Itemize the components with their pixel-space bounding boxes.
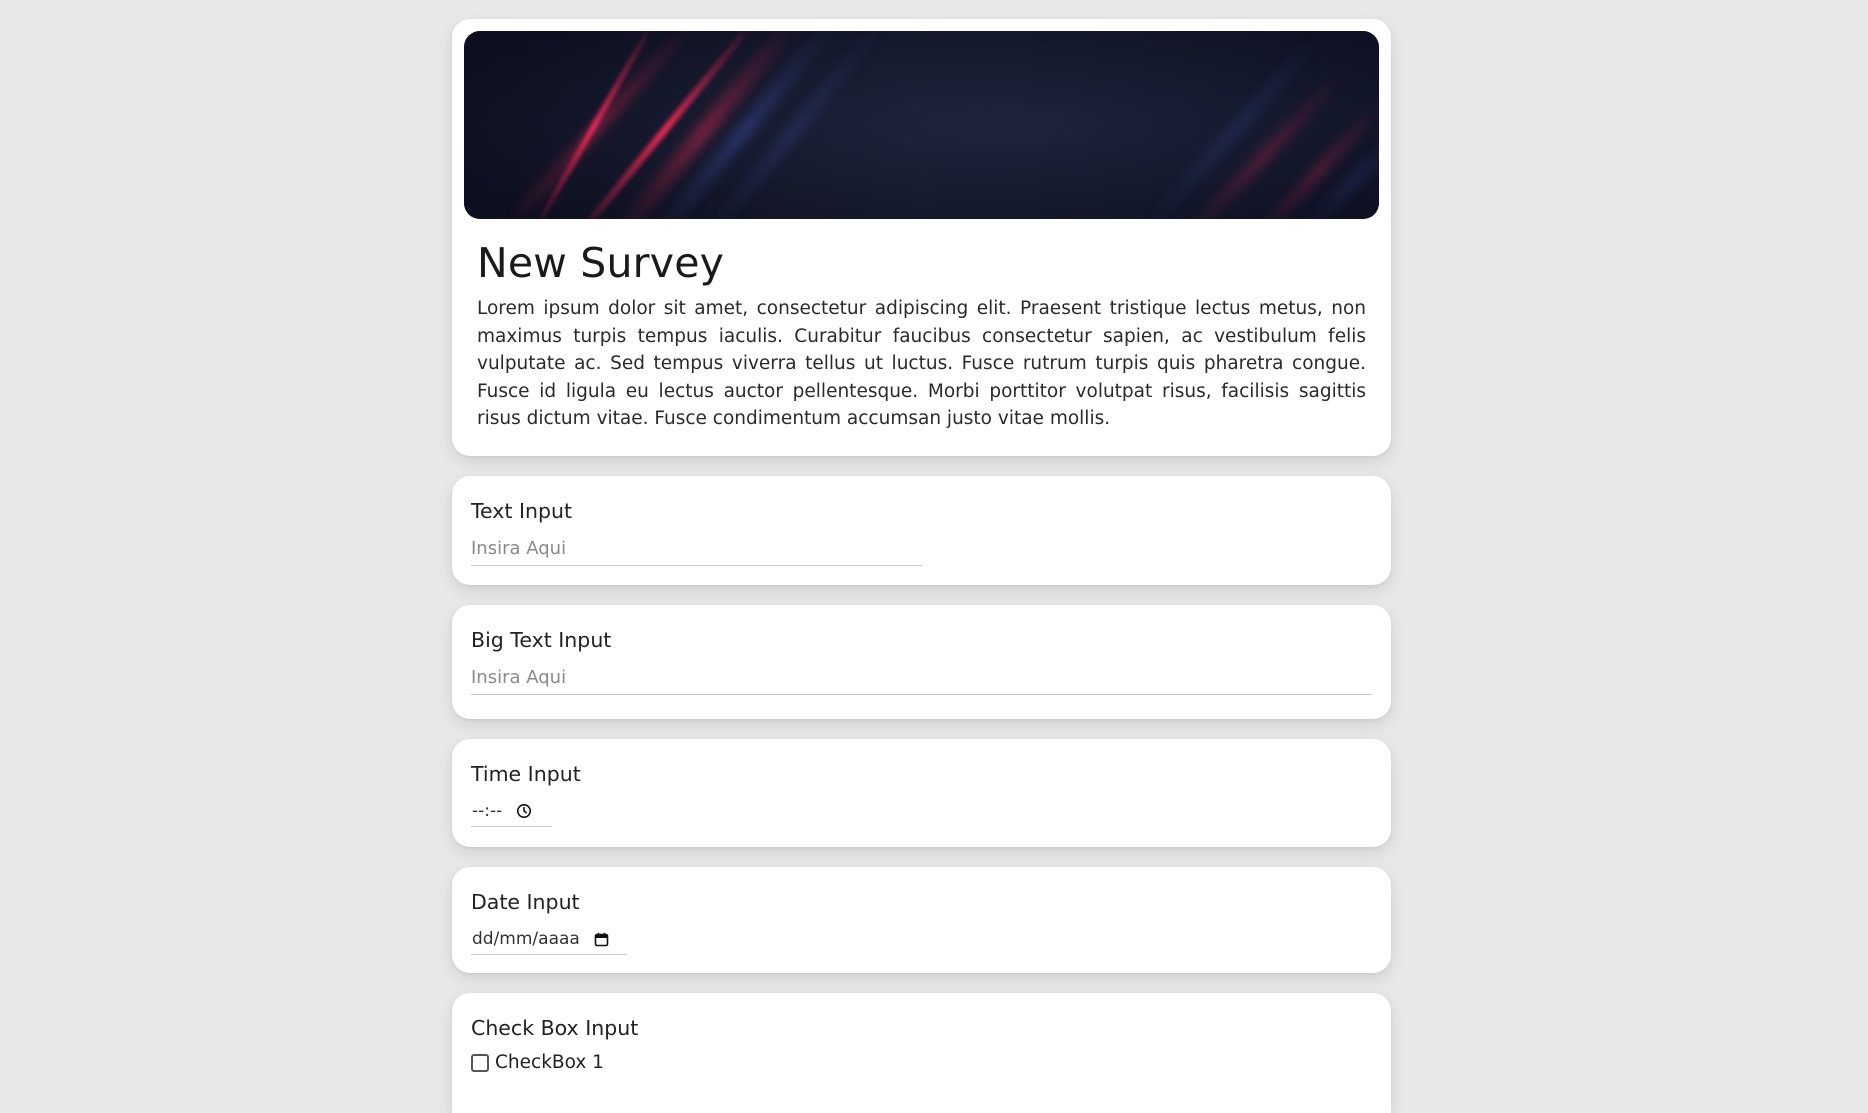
header-banner-image [464,31,1379,219]
clock-icon[interactable] [516,803,532,819]
question-label: Check Box Input [471,1016,639,1040]
time-input-field[interactable]: --:-- [471,799,552,827]
time-input-value: --:-- [472,801,503,821]
question-label: Date Input [471,890,580,914]
calendar-icon[interactable] [594,932,609,947]
big-text-input-field[interactable] [471,665,1372,695]
survey-container: New Survey Lorem ipsum dolor sit amet, c… [452,19,1391,1113]
question-label: Time Input [471,762,581,786]
question-card-date-input: Date Input dd/mm/aaaa [452,867,1391,973]
question-label: Text Input [471,499,573,523]
question-card-text-input: Text Input [452,476,1391,585]
checkbox[interactable] [471,1053,489,1072]
checkbox-label: CheckBox 1 [495,1052,604,1073]
survey-description: Lorem ipsum dolor sit amet, consectetur … [477,298,1366,429]
question-card-time-input: Time Input --:-- [452,739,1391,847]
question-label: Big Text Input [471,628,612,652]
date-input-value: dd/mm/aaaa [472,929,580,949]
date-input-field[interactable]: dd/mm/aaaa [471,927,627,955]
text-input-field[interactable] [471,536,922,566]
question-card-big-text-input: Big Text Input [452,605,1391,719]
checkbox-option[interactable]: CheckBox 1 [471,1052,1372,1073]
question-card-checkbox-input: Check Box Input CheckBox 1 [452,993,1391,1113]
survey-title: New Survey [477,239,725,287]
survey-header-card: New Survey Lorem ipsum dolor sit amet, c… [452,19,1391,456]
